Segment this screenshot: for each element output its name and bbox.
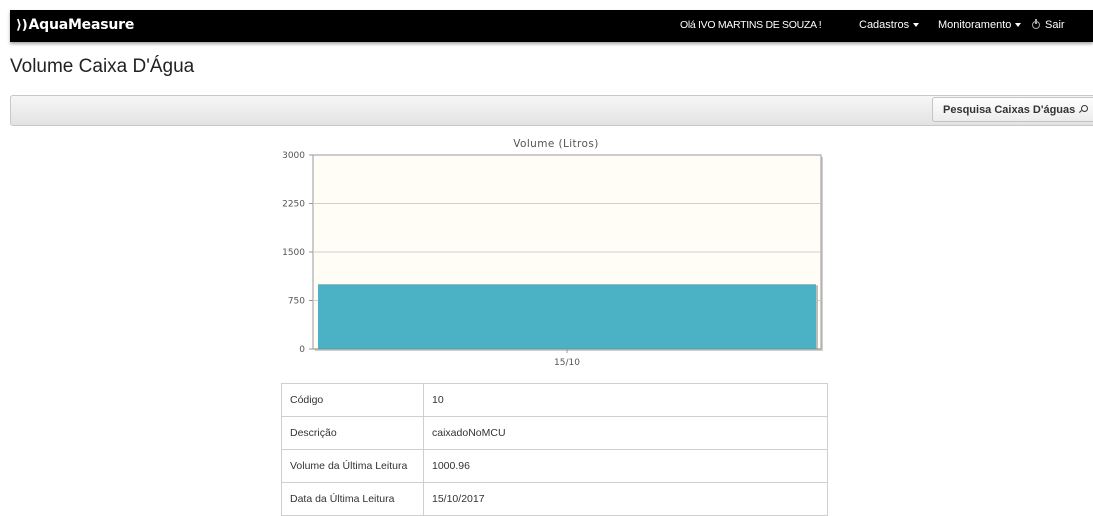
- y-tick-label: 750: [288, 297, 305, 307]
- x-tick-label: 15/10: [554, 358, 580, 368]
- table-row: Código 10: [281, 383, 828, 417]
- chart-title: Volume (Litros): [513, 138, 598, 150]
- table-row: Data da Última Leitura 15/10/2017: [281, 482, 828, 516]
- y-tick-label: 0: [299, 345, 305, 355]
- volume-chart: Volume (Litros) 0 750 1500 2250 3000 15/10: [282, 138, 823, 368]
- y-tick-label: 1500: [282, 248, 305, 258]
- plot-area: 0 750 1500 2250 3000 15/10: [282, 151, 823, 368]
- row-value: 1000.96: [423, 449, 828, 483]
- table-row: Volume da Última Leitura 1000.96: [281, 449, 828, 483]
- row-value: 15/10/2017: [423, 482, 828, 516]
- row-label: Volume da Última Leitura: [281, 449, 424, 483]
- bar: [318, 284, 816, 349]
- y-tick-label: 2250: [282, 200, 305, 210]
- table-row: Descrição caixadoNoMCU: [281, 416, 828, 450]
- row-label: Data da Última Leitura: [281, 482, 424, 516]
- row-value: caixadoNoMCU: [423, 416, 828, 450]
- y-tick-label: 3000: [282, 151, 305, 161]
- details-table: Código 10 Descrição caixadoNoMCU Volume da Ú…: [281, 383, 828, 516]
- row-value: 10: [423, 383, 828, 417]
- row-label: Descrição: [281, 416, 424, 450]
- row-label: Código: [281, 383, 424, 417]
